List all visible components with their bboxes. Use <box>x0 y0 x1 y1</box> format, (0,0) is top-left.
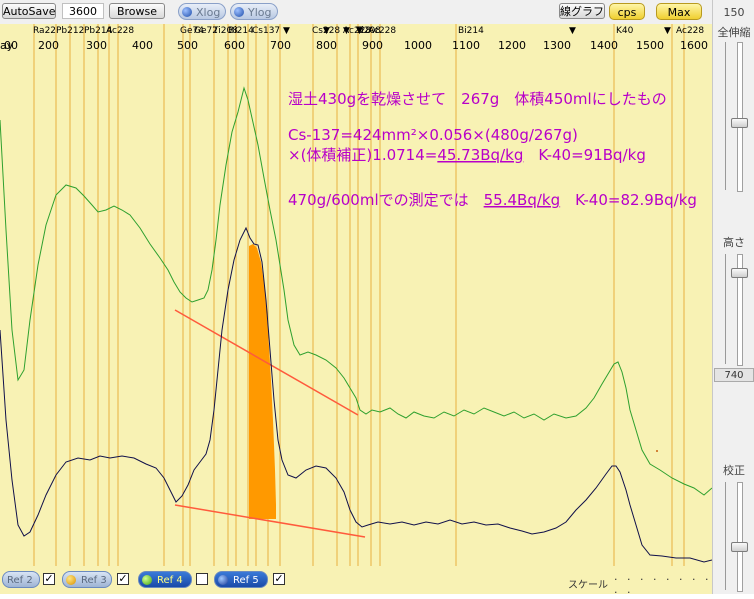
axis-tick: 500 <box>177 39 198 52</box>
navy-spectrum-trace <box>0 226 712 563</box>
svg-text:▼: ▼ <box>283 26 290 36</box>
browse-button[interactable]: Browse <box>109 3 165 19</box>
top-value: 150 <box>723 6 745 19</box>
marker-dot <box>656 450 658 452</box>
peak-label: Bi214 <box>228 26 254 36</box>
height-slider-thumb[interactable] <box>731 268 748 278</box>
radio-dot-icon <box>182 7 192 17</box>
ref-3-checkbox[interactable]: ✓ <box>117 573 129 585</box>
ref-5-color-icon <box>218 575 228 585</box>
svg-text:▼: ▼ <box>343 26 350 36</box>
peak-labels: Ra22 Pb212 Pb214 Ac228 Ge74 Ge72 Ti208 B… <box>33 26 704 36</box>
ref-5-checkbox[interactable]: ✓ <box>273 573 285 585</box>
svg-text:▼: ▼ <box>664 26 671 36</box>
zoom-all-label: 全伸縮 <box>717 26 751 39</box>
axis-tick: 400 <box>132 39 153 52</box>
peak-label: Ac228 <box>106 26 134 36</box>
calibration-label: 校正 <box>723 464 745 477</box>
cps-button[interactable]: cps <box>609 3 645 20</box>
axis-tick: 200 <box>38 39 59 52</box>
axis-tick: 600 <box>224 39 245 52</box>
calibration-ticks <box>725 482 732 590</box>
ylog-label: Ylog <box>248 6 272 19</box>
annotation-line-1: 湿土430gを乾燥させて 267g 体積450mlにしたもの <box>288 90 667 108</box>
ref-5-label: Ref 5 <box>233 575 259 586</box>
spectrum-plot[interactable]: ay 00 200 300 400 500 600 700 800 900 10… <box>0 24 712 566</box>
count-field[interactable]: 3600 <box>62 3 104 19</box>
axis-tick: 1000 <box>404 39 432 52</box>
ref-3-label: Ref 3 <box>81 575 107 586</box>
peak-label: Cs137 <box>252 26 280 36</box>
svg-text:▼: ▼ <box>356 26 363 36</box>
axis-tick: 1200 <box>498 39 526 52</box>
cs137-peak-area <box>249 244 276 519</box>
peak-label: Pb212 <box>56 26 84 36</box>
svg-text:▼: ▼ <box>569 26 576 36</box>
axis-tick: 00 <box>4 39 18 52</box>
linear-graph-button[interactable]: 線グラフ <box>559 3 605 19</box>
toolbar: AutoSave 3600 Browse Xlog Ylog 線グラフ cps … <box>0 0 754 24</box>
annotation-line-3: ×(体積補正)1.0714=45.73Bq/kg K-40=91Bq/kg <box>288 146 646 164</box>
axis-tick: 700 <box>270 39 291 52</box>
peak-label: Ac228 <box>676 26 704 36</box>
ref-4-checkbox[interactable] <box>196 573 208 585</box>
spectrum-svg: ay 00 200 300 400 500 600 700 800 900 10… <box>0 24 712 566</box>
axis-tick: 1100 <box>452 39 480 52</box>
peak-label: Ra22 <box>33 26 56 36</box>
calibration-slider-thumb[interactable] <box>731 542 748 552</box>
ref-4-color-icon <box>142 575 152 585</box>
svg-text:▼: ▼ <box>323 26 330 36</box>
right-control-panel: 150 全伸縮 高さ 740 校正 <box>712 0 754 594</box>
peak-label: Bi214 <box>458 26 484 36</box>
max-button[interactable]: Max <box>656 3 702 20</box>
ref-4-toggle[interactable]: Ref 4 <box>138 571 192 588</box>
axis-tick: 900 <box>362 39 383 52</box>
zoom-slider-track[interactable] <box>737 42 743 192</box>
xlog-label: Xlog <box>196 6 221 19</box>
axis-tick: 1300 <box>543 39 571 52</box>
axis-tick: 800 <box>316 39 337 52</box>
xlog-toggle[interactable]: Xlog <box>178 3 226 20</box>
scale-label: スケール <box>568 580 608 591</box>
peak-label: Ac228 <box>368 26 396 36</box>
radio-dot-icon <box>234 7 244 17</box>
alt-measurement-result: 55.4Bq/kg <box>484 191 560 209</box>
ref-3-color-icon <box>66 575 76 585</box>
bottom-bar: Ref 2 ✓ Ref 3 ✓ Ref 4 Ref 5 ✓ スケール · · ·… <box>0 566 712 599</box>
cs137-result: 45.73Bq/kg <box>437 146 523 164</box>
height-label: 高さ <box>723 236 745 249</box>
energy-axis: ay 00 200 300 400 500 600 700 800 900 10… <box>0 39 708 52</box>
zoom-slider-thumb[interactable] <box>731 118 748 128</box>
calibration-slider-track[interactable] <box>737 482 743 592</box>
ref-2-toggle[interactable]: Ref 2 <box>2 571 40 588</box>
ref-2-label: Ref 2 <box>7 575 33 586</box>
height-value: 740 <box>714 368 754 382</box>
scale-slider[interactable]: · · · · · · · · · · <box>614 573 712 599</box>
ref-5-toggle[interactable]: Ref 5 <box>214 571 268 588</box>
peak-label: K40 <box>616 26 634 36</box>
ref-4-label: Ref 4 <box>157 575 183 586</box>
annotation-line-2: Cs-137=424mm²×0.056×(480g/267g) <box>288 126 578 144</box>
axis-tick: 1600 <box>680 39 708 52</box>
ref-3-toggle[interactable]: Ref 3 <box>62 571 112 588</box>
ylog-toggle[interactable]: Ylog <box>230 3 278 20</box>
annotation-block: 湿土430gを乾燥させて 267g 体積450mlにしたもの Cs-137=42… <box>288 90 697 209</box>
autosave-button[interactable]: AutoSave <box>2 3 56 19</box>
annotation-line-4: 470g/600mlでの測定では 55.4Bq/kg K-40=82.9Bq/k… <box>288 191 697 209</box>
ref-2-checkbox[interactable]: ✓ <box>43 573 55 585</box>
axis-tick: 300 <box>86 39 107 52</box>
axis-tick: 1400 <box>590 39 618 52</box>
zoom-ticks <box>725 42 732 190</box>
axis-tick: 1500 <box>636 39 664 52</box>
